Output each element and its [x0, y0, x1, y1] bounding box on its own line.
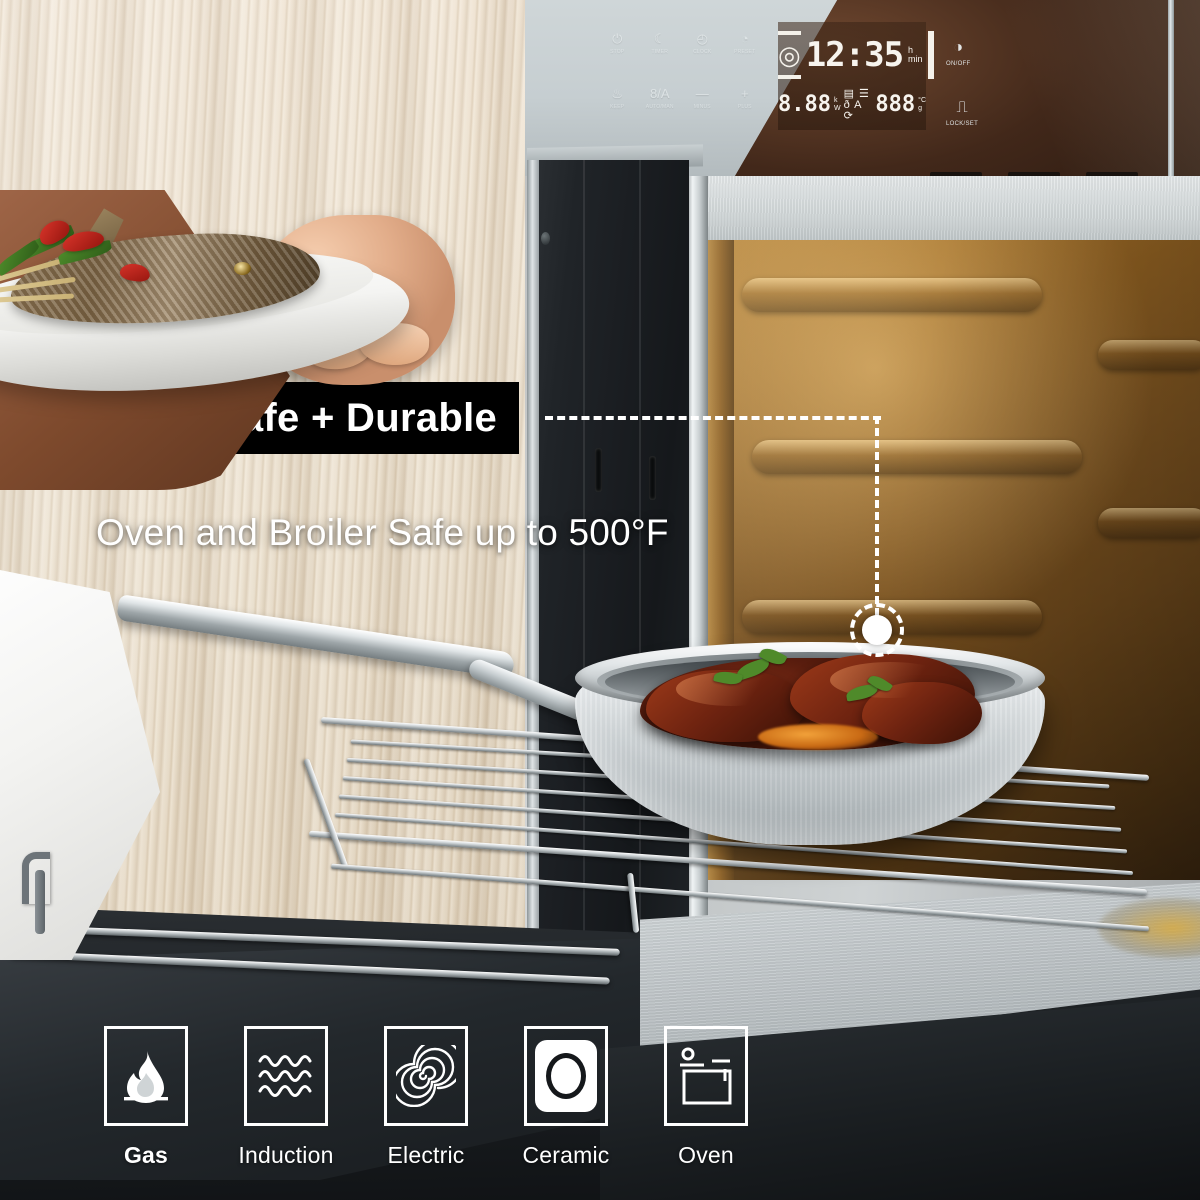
side-button-label-0: ON/OFF: [946, 61, 971, 67]
control-button-2[interactable]: ◴ CLOCK: [681, 32, 724, 87]
lcd-clock-unit-bottom: min: [908, 54, 923, 64]
control-label-5: AUTO/MAN: [645, 104, 674, 110]
flame-icon: [124, 1051, 168, 1103]
plus-icon: +: [740, 86, 749, 101]
compat-item-oven[interactable]: Oven: [636, 1026, 776, 1169]
cabinet-hook-shaft: [35, 870, 45, 934]
heat-icon: ♨: [611, 86, 624, 101]
lcd-right-unit-bottom: g: [918, 105, 923, 112]
lcd-value-right: 888: [875, 92, 916, 117]
lcd-right-unit-top: °C: [918, 97, 926, 104]
ceramic-ring: [546, 1053, 586, 1099]
compat-icon-box-ceramic: [524, 1026, 608, 1126]
compat-icon-box-induction: [244, 1026, 328, 1126]
mode-glyph-icon: ◎: [778, 31, 801, 79]
oven-frame-top: [700, 176, 1200, 246]
control-label-7: PLUS: [737, 104, 752, 110]
pan-handle: [116, 582, 620, 732]
compat-label-gas: Gas: [123, 1142, 169, 1168]
lcd-secondary-row: 8.88 k W ▤ ☰ ð A ⟳ 888 °C g: [778, 84, 926, 126]
compat-item-electric[interactable]: Electric: [356, 1026, 496, 1169]
compat-item-ceramic[interactable]: Ceramic: [496, 1026, 636, 1169]
lcd-left-unit-bottom: W: [833, 105, 841, 112]
control-label-2: CLOCK: [693, 49, 712, 55]
pan-sauce: [758, 724, 878, 750]
door-slot: [649, 456, 656, 500]
control-label-6: MINUS: [693, 104, 711, 110]
compat-icon-box-gas: [104, 1026, 188, 1126]
minus-icon: —: [695, 86, 709, 101]
control-label-1: TIMER: [651, 49, 669, 55]
power-icon: ⏻: [612, 31, 623, 46]
lcd-primary-row: ◎ 12:35 h min: [778, 26, 934, 84]
fish-eye: [234, 262, 251, 275]
auto-mode-icon: 8/A: [649, 86, 670, 101]
oven-control-icon-grid[interactable]: ⏻ STOP ☾ TIMER ◴ CLOCK ◔ PRESET ♨ KEEP 8…: [596, 32, 766, 142]
panel-side-button-1[interactable]: ⎍ LOCK/SET: [946, 99, 979, 128]
control-button-7[interactable]: + PLUS: [724, 87, 767, 142]
door-screw: [541, 232, 550, 245]
compat-label-ceramic: Ceramic: [522, 1142, 610, 1168]
control-button-6[interactable]: — MINUS: [681, 87, 724, 142]
oven-icon: [680, 1047, 732, 1105]
control-button-4[interactable]: ♨ KEEP: [596, 87, 639, 142]
compat-label-induction: Induction: [238, 1142, 334, 1168]
preset-icon: ◔: [740, 31, 749, 46]
ceramic-hob-icon: [535, 1040, 597, 1112]
callout-connector-vertical: [875, 416, 879, 616]
control-button-0[interactable]: ⏻ STOP: [596, 32, 639, 87]
compat-icon-box-electric: [384, 1026, 468, 1126]
induction-waves-icon: [258, 1055, 312, 1097]
door-slot: [595, 448, 602, 492]
callout-target-dot: [862, 615, 892, 645]
pan-handle-bar: [116, 594, 516, 679]
seared-steak: [640, 644, 982, 758]
callout-connector-horizontal: [545, 416, 881, 420]
oven-lcd-display: ◎ 12:35 h min 8.88 k W ▤ ☰ ð A ⟳ 888 °C …: [778, 22, 934, 130]
feature-subtitle: Oven and Broiler Safe up to 500°F: [96, 512, 669, 553]
lcd-level-bars-icon: [927, 31, 934, 79]
control-button-1[interactable]: ☾ TIMER: [639, 32, 682, 87]
compat-item-induction[interactable]: Induction: [216, 1026, 356, 1169]
compat-icon-box-oven: [664, 1026, 748, 1126]
control-label-0: STOP: [610, 49, 625, 55]
panel-side-button-0[interactable]: ◑ ON/OFF: [946, 39, 971, 68]
cooktop-compatibility-strip: Gas Induction Electric Ceramic Oven: [76, 1026, 776, 1186]
lcd-clock: 12:35: [805, 35, 904, 75]
product-feature-image: ⏻ STOP ☾ TIMER ◴ CLOCK ◔ PRESET ♨ KEEP 8…: [0, 0, 1200, 1200]
spiral-coil-icon: [396, 1045, 456, 1107]
side-button-label-1: LOCK/SET: [946, 121, 979, 127]
lcd-left-unit-top: k: [833, 97, 838, 104]
compat-item-gas[interactable]: Gas: [76, 1026, 216, 1169]
control-button-3[interactable]: ◔ PRESET: [724, 32, 767, 87]
lcd-mid-symbols: ▤ ☰ ð A ⟳: [843, 87, 870, 122]
control-button-5[interactable]: 8/A AUTO/MAN: [639, 87, 682, 142]
lock-icon: ⎍: [956, 99, 968, 116]
control-label-3: PRESET: [734, 49, 756, 55]
lcd-value-left: 8.88: [778, 92, 831, 117]
compat-label-oven: Oven: [678, 1142, 734, 1168]
moon-icon: ☾: [653, 31, 666, 46]
control-label-4: KEEP: [610, 104, 625, 110]
compat-label-electric: Electric: [387, 1142, 465, 1168]
clock-icon: ◴: [696, 31, 708, 46]
panel-right-edge: [1168, 0, 1174, 176]
onoff-icon: ◑: [953, 39, 964, 56]
